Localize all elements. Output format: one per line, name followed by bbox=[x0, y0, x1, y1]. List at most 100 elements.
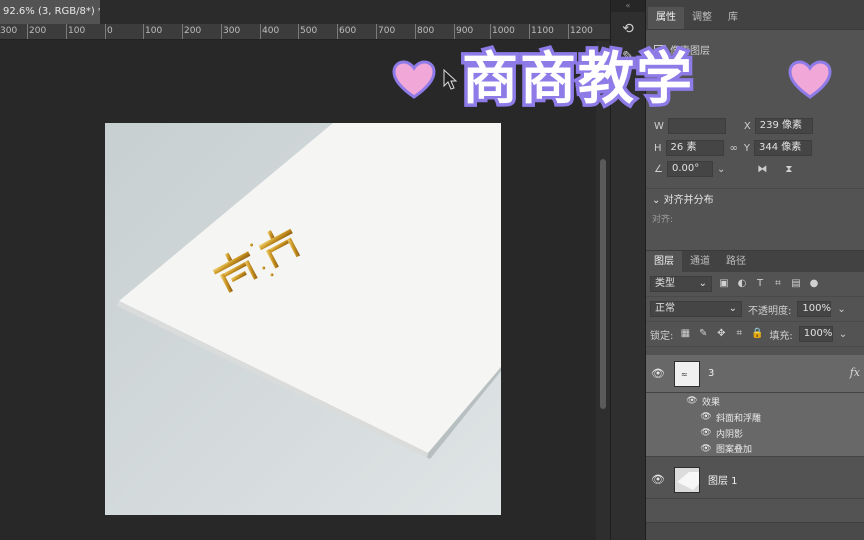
fx-icon[interactable]: fx bbox=[850, 366, 860, 379]
shape-filter-icon[interactable]: ⌗ bbox=[772, 278, 784, 290]
document-tab[interactable]: 92.6% (3, RGB/8*) * bbox=[0, 0, 100, 24]
visibility-eye-icon[interactable]: 👁 bbox=[686, 396, 698, 406]
link-icon[interactable]: ∞ bbox=[730, 143, 738, 154]
scrollbar-thumb[interactable] bbox=[600, 159, 606, 409]
chevron-down-icon: ⌄ bbox=[728, 303, 737, 314]
mouse-cursor-icon bbox=[443, 69, 458, 90]
visibility-eye-icon[interactable]: 👁 bbox=[700, 412, 712, 422]
lock-label: 锁定: bbox=[650, 330, 674, 342]
x-label: X bbox=[743, 120, 751, 132]
ruler-tick-label: 200 bbox=[184, 26, 202, 36]
ruler-tick bbox=[221, 24, 222, 39]
visibility-eye-icon[interactable]: 👁 bbox=[700, 428, 712, 438]
ruler-tick-label: 100 bbox=[145, 26, 163, 36]
y-label: Y bbox=[743, 142, 750, 154]
visibility-eye-icon[interactable]: 👁 bbox=[646, 473, 670, 486]
ruler-tick bbox=[182, 24, 183, 39]
ruler-tick-label: 600 bbox=[339, 26, 357, 36]
chevron-down-icon[interactable]: ⌄ bbox=[837, 304, 845, 315]
lock-position-icon[interactable]: ✥ bbox=[715, 328, 727, 340]
layer-row[interactable]: 👁 图层 1 bbox=[646, 461, 864, 499]
opacity-label: 不透明度: bbox=[748, 305, 792, 317]
tab-bar bbox=[100, 0, 610, 24]
w-field[interactable] bbox=[667, 118, 726, 134]
tab-adjustments[interactable]: 调整 bbox=[684, 7, 720, 29]
layers-bottom-bar bbox=[646, 522, 864, 540]
angle-icon: ∠ bbox=[654, 163, 663, 175]
ruler-tick bbox=[298, 24, 299, 39]
h-label: H bbox=[654, 142, 662, 154]
tab-paths[interactable]: 路径 bbox=[718, 251, 754, 273]
opacity-field[interactable]: 100% bbox=[797, 301, 832, 317]
chevron-down-icon[interactable]: ⌄ bbox=[839, 329, 847, 340]
tab-layers[interactable]: 图层 bbox=[646, 251, 682, 273]
ruler-tick-label: 200 bbox=[29, 26, 47, 36]
w-label: W bbox=[654, 120, 664, 132]
ruler-tick-label: 500 bbox=[300, 26, 318, 36]
ruler-tick-label: 700 bbox=[378, 26, 396, 36]
layer-list: 👁 ≈ 3 fx 👁 效果 👁 斜面和浮雕 👁 内阴影 👁 图案叠加 👁 图层 … bbox=[646, 355, 864, 499]
card-thumbnail-icon bbox=[677, 471, 699, 490]
visibility-eye-icon[interactable]: 👁 bbox=[700, 444, 712, 454]
ruler-tick bbox=[105, 24, 106, 39]
adjustment-filter-icon[interactable]: ◐ bbox=[736, 278, 748, 290]
tab-channels[interactable]: 通道 bbox=[682, 251, 718, 273]
effect-row[interactable]: 👁 斜面和浮雕 bbox=[646, 409, 864, 425]
ruler-tick bbox=[66, 24, 67, 39]
angle-dropdown-icon[interactable]: ⌄ bbox=[717, 164, 725, 175]
effect-name: 斜面和浮雕 bbox=[716, 413, 762, 424]
lock-all-icon[interactable]: 🔒 bbox=[751, 328, 763, 340]
lock-transparent-icon[interactable]: ▦ bbox=[679, 328, 691, 340]
fill-field[interactable]: 100% bbox=[798, 326, 833, 342]
ruler-tick-label: 0 bbox=[107, 26, 113, 36]
angle-field[interactable]: 0.00° bbox=[666, 161, 713, 177]
visibility-eye-icon[interactable]: 👁 bbox=[646, 367, 670, 380]
h-value: 26 bbox=[670, 142, 684, 153]
tab-libraries[interactable]: 库 bbox=[720, 7, 746, 29]
ruler-tick bbox=[337, 24, 338, 39]
collapse-arrows-icon[interactable]: « bbox=[611, 0, 645, 12]
vertical-scrollbar[interactable] bbox=[596, 41, 610, 540]
smart-object-filter-icon[interactable]: ▤ bbox=[790, 278, 802, 290]
ruler-tick bbox=[454, 24, 455, 39]
flip-horizontal-icon[interactable]: ⧓ bbox=[757, 164, 767, 175]
filter-toggle-icon[interactable]: ● bbox=[808, 278, 820, 290]
layer-filter-row: 类型 ⌄ ▣ ◐ T ⌗ ▤ ● bbox=[646, 272, 864, 297]
layer-name[interactable]: 图层 1 bbox=[708, 472, 738, 487]
effect-row[interactable]: 👁 图案叠加 bbox=[646, 441, 864, 457]
tab-properties[interactable]: 属性 bbox=[648, 7, 684, 29]
effects-group-row[interactable]: 👁 效果 bbox=[646, 393, 864, 409]
canvas-area[interactable] bbox=[0, 41, 596, 540]
image-filter-icon[interactable]: ▣ bbox=[718, 278, 730, 290]
layer-row[interactable]: 👁 ≈ 3 fx bbox=[646, 355, 864, 393]
chevron-down-icon: ⌄ bbox=[652, 195, 661, 206]
layer-thumbnail: ≈ bbox=[674, 360, 700, 387]
layers-panel-tabs: 图层 通道 路径 bbox=[646, 250, 864, 273]
blend-opacity-row: 正常 ⌄ 不透明度: 100% ⌄ bbox=[646, 297, 864, 322]
h-field[interactable]: 26 素 bbox=[665, 140, 724, 156]
y-field[interactable]: 344 像素 bbox=[753, 140, 812, 156]
flip-vertical-icon[interactable]: ⧗ bbox=[785, 164, 792, 175]
watermark-text: 商商教学 bbox=[459, 44, 696, 116]
filter-type-label: 类型 bbox=[655, 278, 675, 289]
align-distribute-header[interactable]: ⌄ 对齐并分布 bbox=[646, 188, 864, 212]
layer-filter-select[interactable]: 类型 ⌄ bbox=[650, 276, 712, 292]
ruler-tick bbox=[376, 24, 377, 39]
lock-image-icon[interactable]: ✎ bbox=[697, 328, 709, 340]
blend-mode-select[interactable]: 正常 ⌄ bbox=[650, 301, 742, 317]
layer-name[interactable]: 3 bbox=[708, 368, 714, 379]
ruler-tick-label: 300 bbox=[223, 26, 241, 36]
document-canvas[interactable] bbox=[105, 123, 501, 515]
lock-artboard-icon[interactable]: ⌗ bbox=[733, 328, 745, 340]
ruler-tick bbox=[27, 24, 28, 39]
blend-mode-label: 正常 bbox=[655, 303, 675, 314]
effects-label: 效果 bbox=[702, 397, 721, 408]
effect-name: 图案叠加 bbox=[716, 445, 753, 455]
effect-row[interactable]: 👁 内阴影 bbox=[646, 425, 864, 441]
x-field[interactable]: 239 像素 bbox=[754, 118, 813, 134]
fill-label: 填充: bbox=[769, 330, 793, 342]
ruler-tick bbox=[143, 24, 144, 39]
type-filter-icon[interactable]: T bbox=[754, 278, 766, 290]
effect-name: 内阴影 bbox=[716, 429, 744, 440]
chevron-down-icon: ⌄ bbox=[698, 278, 707, 289]
